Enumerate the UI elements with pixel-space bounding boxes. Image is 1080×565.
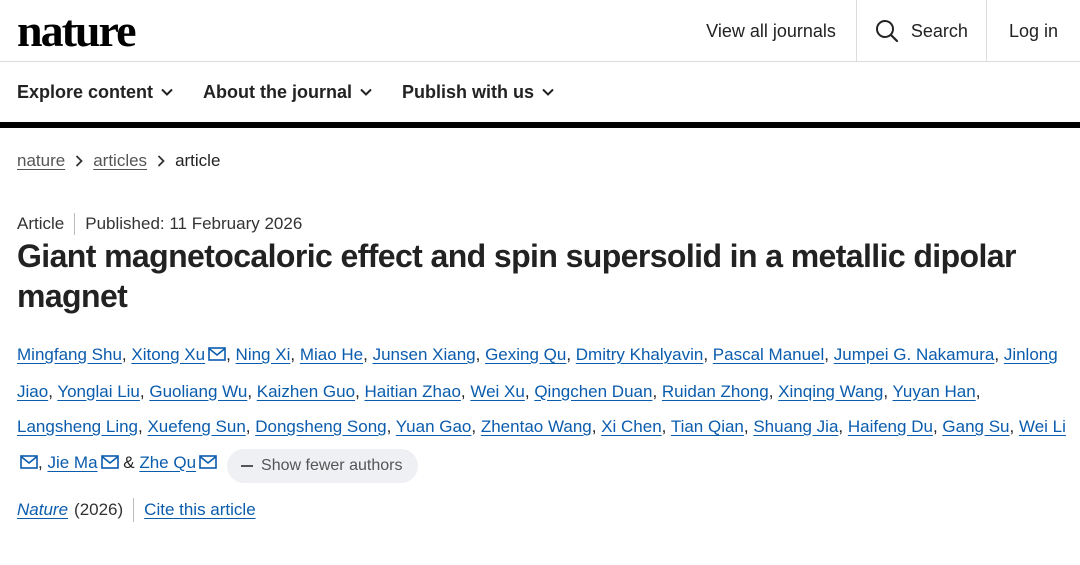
author-link[interactable]: Dmitry Khalyavin <box>576 345 704 364</box>
breadcrumb-current: article <box>175 151 221 170</box>
chevron-down-icon <box>542 88 554 96</box>
author-link[interactable]: Shuang Jia <box>753 417 838 436</box>
author-link[interactable]: Guoliang Wu <box>149 382 247 401</box>
author-link[interactable]: Mingfang Shu <box>17 345 122 364</box>
author-link[interactable]: Dongsheng Song <box>255 417 386 436</box>
author-link[interactable]: Xinqing Wang <box>778 382 883 401</box>
email-icon[interactable] <box>100 446 119 482</box>
author-link[interactable]: Haifeng Du <box>848 417 933 436</box>
article-year: (2026) <box>74 500 124 519</box>
chevron-right-icon <box>75 155 83 167</box>
author-link[interactable]: Langsheng Ling <box>17 417 138 436</box>
main-nav: Explore content About the journal Publis… <box>0 62 1080 122</box>
article-title: Giant magnetocaloric effect and spin sup… <box>17 238 1016 314</box>
author-link[interactable]: Junsen Xiang <box>373 345 476 364</box>
top-links: View all journals Search Log in <box>684 0 1080 62</box>
author-link[interactable]: Zhentao Wang <box>481 417 592 436</box>
show-fewer-authors-button[interactable]: Show fewer authors <box>227 448 419 483</box>
author-list: Mingfang Shu, Xitong Xu, Ning Xi, Miao H… <box>17 337 1067 483</box>
nav-about-journal[interactable]: About the journal <box>203 82 372 103</box>
nav-publish-with-us[interactable]: Publish with us <box>402 82 554 103</box>
author-link[interactable]: Gexing Qu <box>485 345 566 364</box>
login-label: Log in <box>1008 20 1058 41</box>
show-fewer-authors-label: Show fewer authors <box>261 456 403 474</box>
chevron-down-icon <box>161 88 173 96</box>
article-type: Article <box>17 214 65 233</box>
author-link[interactable]: Xi Chen <box>601 417 661 436</box>
author-link[interactable]: Wei Li <box>1019 417 1066 436</box>
chevron-right-icon <box>157 155 165 167</box>
nature-logo[interactable]: nature <box>17 4 136 58</box>
view-all-journals-label: View all journals <box>706 20 836 41</box>
meta-divider <box>74 213 76 235</box>
author-link[interactable]: Yuan Gao <box>396 417 472 436</box>
published-date: Published: 11 February 2026 <box>85 214 303 233</box>
author-link[interactable]: Gang Su <box>942 417 1009 436</box>
author-link[interactable]: Ruidan Zhong <box>662 382 769 401</box>
article-meta: Article Published: 11 February 2026 <box>17 213 302 235</box>
author-link[interactable]: Wei Xu <box>470 382 525 401</box>
author-link[interactable]: Yuyan Han <box>893 382 976 401</box>
author-link[interactable]: Yonglai Liu <box>57 382 140 401</box>
nav-about-journal-label: About the journal <box>203 81 353 102</box>
author-link[interactable]: Tian Qian <box>671 417 744 436</box>
author-link[interactable]: Ning Xi <box>236 345 291 364</box>
cite-divider <box>133 498 135 522</box>
author-link[interactable]: Haitian Zhao <box>365 382 461 401</box>
breadcrumb-articles[interactable]: articles <box>93 151 147 171</box>
top-header: nature View all journals Search Log in <box>0 0 1080 62</box>
author-link[interactable]: Pascal Manuel <box>713 345 825 364</box>
email-icon[interactable] <box>208 338 226 374</box>
email-icon[interactable] <box>199 446 217 482</box>
search-icon <box>875 19 899 43</box>
search-label: Search <box>910 20 968 41</box>
nav-divider <box>0 122 1080 128</box>
nav-explore-content[interactable]: Explore content <box>17 82 173 103</box>
cite-this-article-link[interactable]: Cite this article <box>144 500 255 520</box>
author-link[interactable]: Xitong Xu <box>131 345 205 364</box>
journal-link[interactable]: Nature <box>17 500 68 520</box>
nav-publish-with-us-label: Publish with us <box>402 81 535 102</box>
login-link[interactable]: Log in <box>985 0 1080 62</box>
author-link[interactable]: Xuefeng Sun <box>147 417 245 436</box>
chevron-down-icon <box>360 88 372 96</box>
breadcrumb: nature articles article <box>17 151 220 171</box>
author-link[interactable]: Kaizhen Guo <box>257 382 355 401</box>
citation-line: Nature (2026) Cite this article <box>17 498 256 522</box>
author-link[interactable]: Jumpei G. Nakamura <box>834 345 995 364</box>
view-all-journals-link[interactable]: View all journals <box>684 0 856 62</box>
email-icon[interactable] <box>20 446 38 482</box>
author-link[interactable]: Miao He <box>300 345 363 364</box>
search-button[interactable]: Search <box>855 0 986 62</box>
author-link[interactable]: Qingchen Duan <box>534 382 652 401</box>
author-link[interactable]: Jie Ma <box>47 453 97 472</box>
author-link[interactable]: Zhe Qu <box>139 453 196 472</box>
minus-icon <box>241 464 254 467</box>
nav-explore-content-label: Explore content <box>17 81 154 102</box>
breadcrumb-nature[interactable]: nature <box>17 151 65 171</box>
